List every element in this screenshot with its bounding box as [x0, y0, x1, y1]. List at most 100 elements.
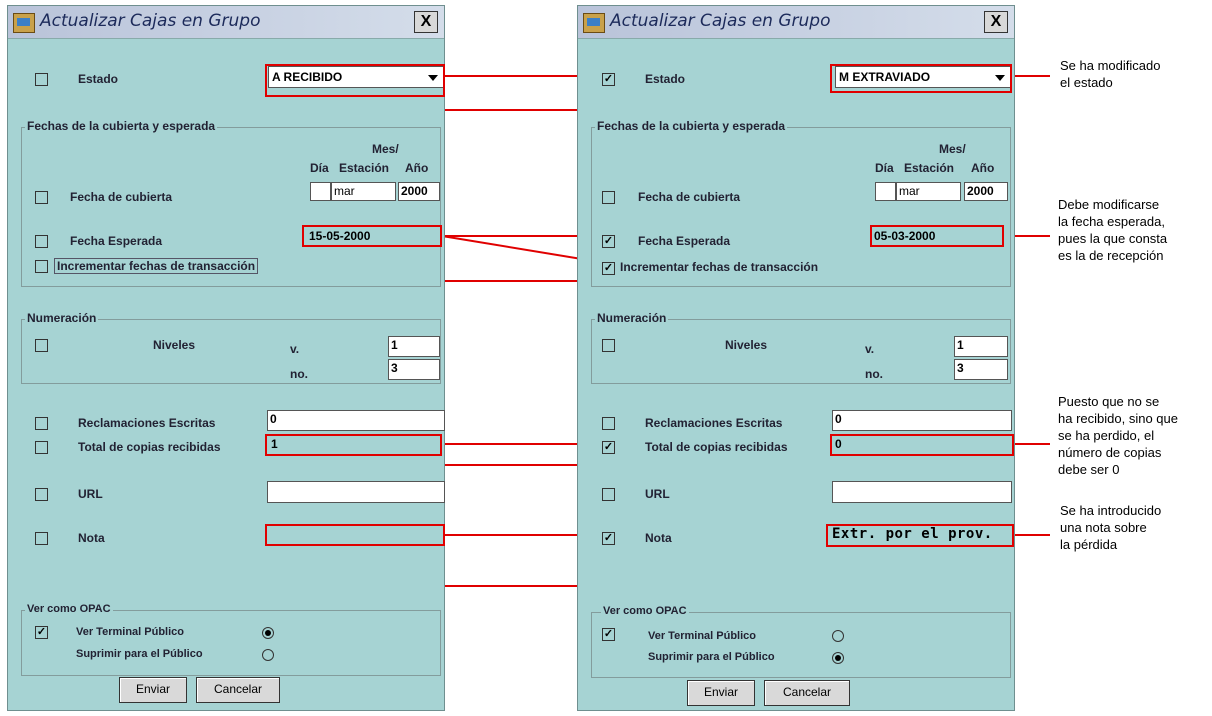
anio-header: Año — [405, 161, 429, 175]
numeracion-group — [591, 319, 1011, 384]
annotation-copias: Puesto que no se ha recibido, sino que s… — [1058, 394, 1178, 477]
opac-group-title: Ver como OPAC — [25, 603, 113, 615]
estacion-header: Estación — [339, 161, 390, 175]
total-copias-checkbox[interactable]: ✓ — [602, 441, 615, 454]
total-copias-input[interactable]: 0 — [833, 436, 1009, 455]
no-label: no. — [865, 367, 883, 381]
cancelar-button[interactable]: Cancelar — [196, 677, 280, 703]
incrementar-checkbox[interactable] — [35, 260, 48, 273]
v-label: v. — [290, 342, 300, 356]
niveles-label: Niveles — [725, 338, 768, 352]
fecha-esperada-checkbox[interactable]: ✓ — [602, 235, 615, 248]
suprimir-label: Suprimir para el Público — [648, 651, 775, 663]
estado-value: M EXTRAVIADO — [839, 70, 931, 84]
dialog-title: Actualizar Cajas en Grupo — [610, 11, 831, 31]
total-copias-checkbox[interactable] — [35, 441, 48, 454]
enviar-button[interactable]: Enviar — [119, 677, 187, 703]
opac-group-title: Ver como OPAC — [601, 605, 689, 617]
fecha-cubierta-anio[interactable]: 2000 — [964, 182, 1008, 201]
url-label: URL — [645, 487, 670, 501]
ver-terminal-radio[interactable] — [262, 627, 274, 639]
fecha-cubierta-anio[interactable]: 2000 — [398, 182, 440, 201]
nota-checkbox[interactable]: ✓ — [602, 532, 615, 545]
fecha-cubierta-dia[interactable] — [875, 182, 896, 201]
fecha-cubierta-mes[interactable]: mar — [331, 182, 396, 201]
close-button[interactable]: X — [984, 11, 1008, 33]
fecha-esperada-input[interactable]: 05-03-2000 — [872, 228, 1000, 247]
cancelar-button[interactable]: Cancelar — [764, 680, 850, 706]
niveles-checkbox[interactable] — [602, 339, 615, 352]
suprimir-radio[interactable] — [832, 652, 844, 664]
annotation-nota: Se ha introducido una nota sobre la pérd… — [1060, 503, 1162, 552]
total-copias-label: Total de copias recibidas — [78, 440, 221, 454]
total-copias-label: Total de copias recibidas — [645, 440, 788, 454]
fecha-cubierta-mes[interactable]: mar — [896, 182, 961, 201]
enviar-button[interactable]: Enviar — [687, 680, 755, 706]
fecha-cubierta-checkbox[interactable] — [35, 191, 48, 204]
estado-checkbox[interactable] — [35, 73, 48, 86]
no-input[interactable]: 3 — [954, 359, 1008, 380]
no-label: no. — [290, 367, 308, 381]
fechas-group-title: Fechas de la cubierta y esperada — [25, 119, 218, 133]
estado-value: A RECIBIDO — [272, 70, 343, 84]
url-checkbox[interactable] — [602, 488, 615, 501]
ver-terminal-label: Ver Terminal Público — [648, 630, 756, 642]
url-label: URL — [78, 487, 103, 501]
v-input[interactable]: 1 — [954, 336, 1008, 357]
ver-terminal-checkbox[interactable]: ✓ — [602, 628, 615, 641]
dia-header: Día — [310, 161, 329, 175]
no-input[interactable]: 3 — [388, 359, 440, 380]
fecha-esperada-input[interactable]: 15-05-2000 — [307, 228, 441, 247]
estacion-header: Estación — [904, 161, 955, 175]
suprimir-label: Suprimir para el Público — [76, 648, 203, 660]
ver-terminal-label: Ver Terminal Público — [76, 626, 184, 638]
chevron-down-icon — [995, 75, 1005, 81]
ver-terminal-checkbox[interactable]: ✓ — [35, 626, 48, 639]
app-icon — [583, 13, 605, 33]
numeracion-group-title: Numeración — [25, 311, 99, 325]
nota-label: Nota — [78, 531, 105, 545]
fecha-esperada-checkbox[interactable] — [35, 235, 48, 248]
v-input[interactable]: 1 — [388, 336, 440, 357]
estado-select[interactable]: A RECIBIDO — [268, 66, 445, 88]
reclamaciones-input[interactable]: 0 — [832, 410, 1012, 431]
niveles-label: Niveles — [153, 338, 196, 352]
close-button[interactable]: X — [414, 11, 438, 33]
incrementar-label: Incrementar fechas de transacción — [54, 258, 259, 274]
nota-label: Nota — [645, 531, 672, 545]
estado-label: Estado — [645, 72, 686, 86]
dialog-original: Actualizar Cajas en Grupo X Estado A REC… — [7, 5, 445, 711]
dialog-title: Actualizar Cajas en Grupo — [40, 11, 261, 31]
nota-input[interactable]: Extr. por el prov. — [830, 526, 1012, 547]
annotation-fecha: Debe modificarse la fecha esperada, pues… — [1058, 197, 1168, 263]
fechas-group-title: Fechas de la cubierta y esperada — [595, 119, 788, 133]
ver-terminal-radio[interactable] — [832, 630, 844, 642]
reclamaciones-checkbox[interactable] — [602, 417, 615, 430]
opac-group — [21, 610, 441, 676]
annotation-estado: Se ha modificado el estado — [1060, 58, 1161, 90]
suprimir-radio[interactable] — [262, 649, 274, 661]
chevron-down-icon — [428, 75, 438, 81]
incrementar-checkbox[interactable]: ✓ — [602, 262, 615, 275]
fecha-cubierta-checkbox[interactable] — [602, 191, 615, 204]
url-checkbox[interactable] — [35, 488, 48, 501]
fecha-esperada-label: Fecha Esperada — [638, 234, 731, 248]
reclamaciones-checkbox[interactable] — [35, 417, 48, 430]
nota-input[interactable] — [269, 527, 443, 546]
fecha-esperada-label: Fecha Esperada — [70, 234, 163, 248]
nota-checkbox[interactable] — [35, 532, 48, 545]
estado-select[interactable]: M EXTRAVIADO — [835, 66, 1012, 88]
url-input[interactable] — [832, 481, 1012, 503]
niveles-checkbox[interactable] — [35, 339, 48, 352]
title-bar: Actualizar Cajas en Grupo X — [578, 6, 1014, 39]
estado-checkbox[interactable]: ✓ — [602, 73, 615, 86]
url-input[interactable] — [267, 481, 445, 503]
estado-label: Estado — [78, 72, 119, 86]
fecha-cubierta-dia[interactable] — [310, 182, 331, 201]
mes-header: Mes/ — [372, 142, 399, 156]
numeracion-group-title: Numeración — [595, 311, 669, 325]
total-copias-input[interactable]: 1 — [269, 436, 443, 455]
reclamaciones-label: Reclamaciones Escritas — [78, 416, 216, 430]
app-icon — [13, 13, 35, 33]
reclamaciones-input[interactable]: 0 — [267, 410, 445, 431]
